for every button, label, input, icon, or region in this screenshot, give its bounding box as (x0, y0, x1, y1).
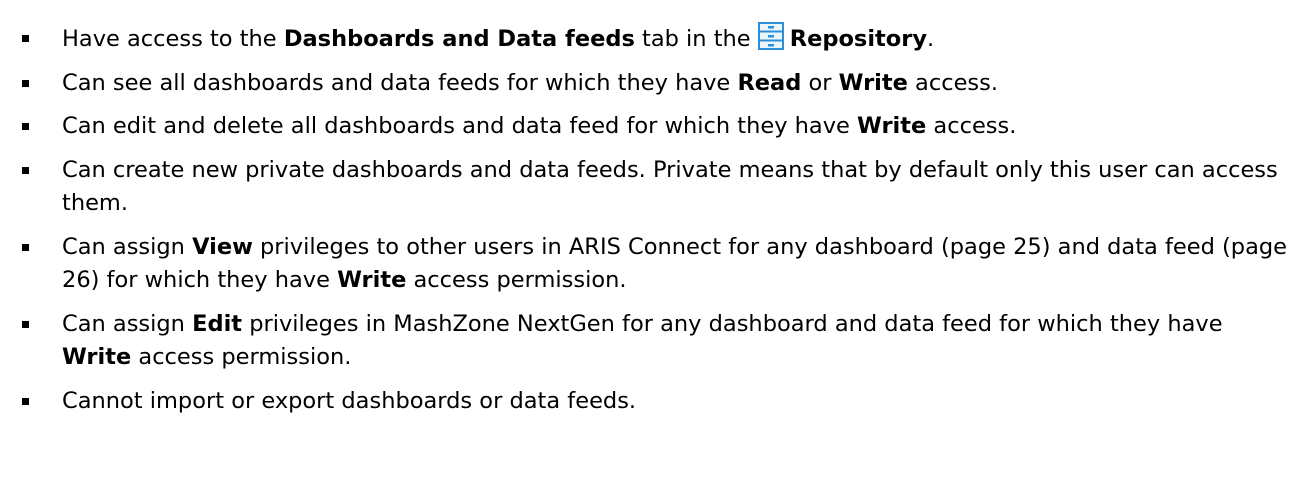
bullet-icon (22, 320, 29, 328)
list-item: Can create new private dashboards and da… (0, 154, 1299, 221)
list-item: Can assign View privileges to other user… (0, 231, 1299, 298)
list-item: Have access to the Dashboards and Data f… (0, 22, 1299, 57)
bullet-icon (22, 79, 29, 87)
bullet-icon (22, 166, 29, 174)
bullet-icon (22, 397, 29, 405)
list-item: Can assign Edit privileges in MashZone N… (0, 308, 1299, 375)
repository-icon (757, 22, 784, 50)
bullet-icon (22, 123, 29, 130)
bullet-icon (22, 35, 29, 42)
bullet-icon (22, 243, 29, 251)
list-item: Can edit and delete all dashboards and d… (0, 110, 1299, 144)
permissions-list: Have access to the Dashboards and Data f… (0, 22, 1299, 428)
list-item: Can see all dashboards and data feeds fo… (0, 67, 1299, 101)
list-item: Cannot import or export dashboards or da… (0, 385, 1299, 419)
